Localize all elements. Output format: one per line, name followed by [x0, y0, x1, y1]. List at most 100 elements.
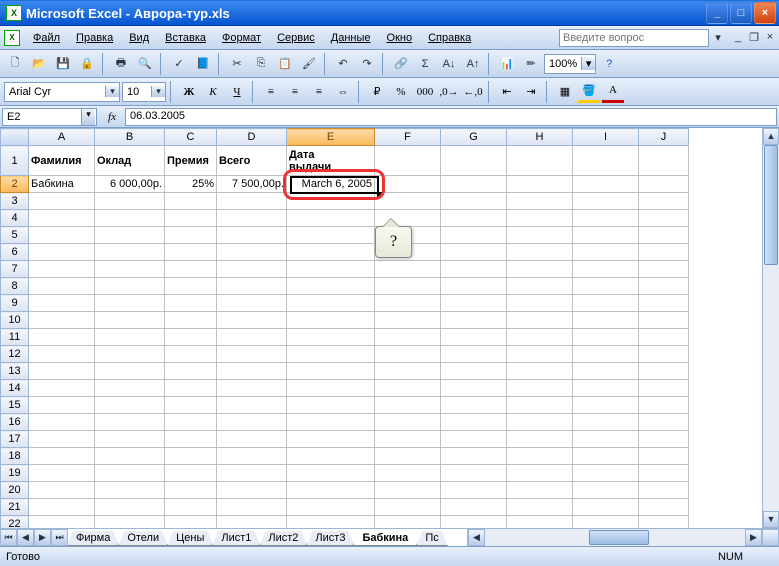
help-button[interactable]: ? — [598, 53, 620, 75]
cell-A3[interactable] — [29, 193, 95, 210]
cell-H6[interactable] — [507, 244, 573, 261]
cell-I8[interactable] — [573, 278, 639, 295]
cell-G17[interactable] — [441, 431, 507, 448]
cell-H13[interactable] — [507, 363, 573, 380]
increase-decimal-button[interactable]: ,0→ — [438, 81, 460, 103]
cell-B18[interactable] — [95, 448, 165, 465]
cell-D22[interactable] — [217, 516, 287, 529]
scroll-up-button[interactable]: ▲ — [763, 128, 779, 145]
cell-J14[interactable] — [639, 380, 689, 397]
cell-I6[interactable] — [573, 244, 639, 261]
cell-E14[interactable] — [287, 380, 375, 397]
cell-G9[interactable] — [441, 295, 507, 312]
cell-G1[interactable] — [441, 146, 507, 176]
cell-H10[interactable] — [507, 312, 573, 329]
cell-B7[interactable] — [95, 261, 165, 278]
fill-handle[interactable] — [377, 192, 382, 197]
excel-doc-icon[interactable]: X — [4, 30, 20, 46]
menu-file[interactable]: Файл — [26, 29, 67, 47]
italic-button[interactable]: К — [202, 81, 224, 103]
cell-E16[interactable] — [287, 414, 375, 431]
sheet-tab-Бабкина[interactable]: Бабкина — [353, 531, 417, 546]
cell-D18[interactable] — [217, 448, 287, 465]
paste-button[interactable]: 📋 — [274, 53, 296, 75]
spelling-button[interactable]: ✓ — [168, 53, 190, 75]
cell-C7[interactable] — [165, 261, 217, 278]
cell-J5[interactable] — [639, 227, 689, 244]
cell-B6[interactable] — [95, 244, 165, 261]
cell-A10[interactable] — [29, 312, 95, 329]
sheet-tab-Цены[interactable]: Цены — [167, 531, 213, 546]
cell-A5[interactable] — [29, 227, 95, 244]
doc-minimize-button[interactable]: _ — [731, 31, 745, 44]
row-header-12[interactable]: 12 — [1, 346, 29, 363]
underline-button[interactable]: Ч — [226, 81, 248, 103]
row-header-7[interactable]: 7 — [1, 261, 29, 278]
cell-J2[interactable] — [639, 176, 689, 193]
cell-J18[interactable] — [639, 448, 689, 465]
menu-insert[interactable]: Вставка — [158, 29, 213, 47]
cell-D5[interactable] — [217, 227, 287, 244]
cell-I5[interactable] — [573, 227, 639, 244]
cell-B8[interactable] — [95, 278, 165, 295]
cell-I14[interactable] — [573, 380, 639, 397]
cell-I10[interactable] — [573, 312, 639, 329]
cell-I2[interactable] — [573, 176, 639, 193]
scroll-track[interactable] — [763, 145, 779, 511]
cell-G20[interactable] — [441, 482, 507, 499]
cell-A21[interactable] — [29, 499, 95, 516]
cell-H16[interactable] — [507, 414, 573, 431]
cell-F12[interactable] — [375, 346, 441, 363]
cell-C6[interactable] — [165, 244, 217, 261]
cell-J10[interactable] — [639, 312, 689, 329]
col-header-H[interactable]: H — [507, 129, 573, 146]
horizontal-scrollbar[interactable]: ◀ ▶ — [468, 529, 779, 546]
scroll-left-button[interactable]: ◀ — [468, 529, 485, 546]
cell-A19[interactable] — [29, 465, 95, 482]
cell-E4[interactable] — [287, 210, 375, 227]
vertical-scrollbar[interactable]: ▲ ▼ — [762, 128, 779, 528]
scroll-right-button[interactable]: ▶ — [745, 529, 762, 546]
cell-B10[interactable] — [95, 312, 165, 329]
cell-C10[interactable] — [165, 312, 217, 329]
chart-button[interactable]: 📊 — [496, 53, 518, 75]
cell-G3[interactable] — [441, 193, 507, 210]
formula-input[interactable]: 06.03.2005 — [125, 108, 777, 126]
doc-restore-button[interactable]: ❐ — [747, 31, 761, 44]
cell-G14[interactable] — [441, 380, 507, 397]
col-header-G[interactable]: G — [441, 129, 507, 146]
menu-data[interactable]: Данные — [324, 29, 378, 47]
col-header-J[interactable]: J — [639, 129, 689, 146]
cell-F7[interactable] — [375, 261, 441, 278]
cell-H2[interactable] — [507, 176, 573, 193]
cell-D2[interactable]: 7 500,00р. — [217, 176, 287, 193]
cell-F19[interactable] — [375, 465, 441, 482]
cell-A4[interactable] — [29, 210, 95, 227]
cell-B13[interactable] — [95, 363, 165, 380]
cell-H20[interactable] — [507, 482, 573, 499]
cell-B21[interactable] — [95, 499, 165, 516]
font-combo[interactable]: ▾ — [4, 82, 120, 102]
cell-J4[interactable] — [639, 210, 689, 227]
cell-F15[interactable] — [375, 397, 441, 414]
cell-C20[interactable] — [165, 482, 217, 499]
cell-E11[interactable] — [287, 329, 375, 346]
cell-J17[interactable] — [639, 431, 689, 448]
cell-J16[interactable] — [639, 414, 689, 431]
hscroll-track[interactable] — [485, 529, 745, 546]
cell-A13[interactable] — [29, 363, 95, 380]
name-box-input[interactable] — [3, 109, 81, 125]
cell-B20[interactable] — [95, 482, 165, 499]
cell-C2[interactable]: 25% — [165, 176, 217, 193]
cell-C8[interactable] — [165, 278, 217, 295]
cell-C9[interactable] — [165, 295, 217, 312]
cell-C5[interactable] — [165, 227, 217, 244]
scroll-thumb[interactable] — [764, 145, 778, 265]
zoom-combo[interactable]: 100% ▾ — [544, 54, 596, 74]
cell-B15[interactable] — [95, 397, 165, 414]
cell-B3[interactable] — [95, 193, 165, 210]
cell-H18[interactable] — [507, 448, 573, 465]
cell-A15[interactable] — [29, 397, 95, 414]
save-button[interactable]: 💾 — [52, 53, 74, 75]
row-header-11[interactable]: 11 — [1, 329, 29, 346]
